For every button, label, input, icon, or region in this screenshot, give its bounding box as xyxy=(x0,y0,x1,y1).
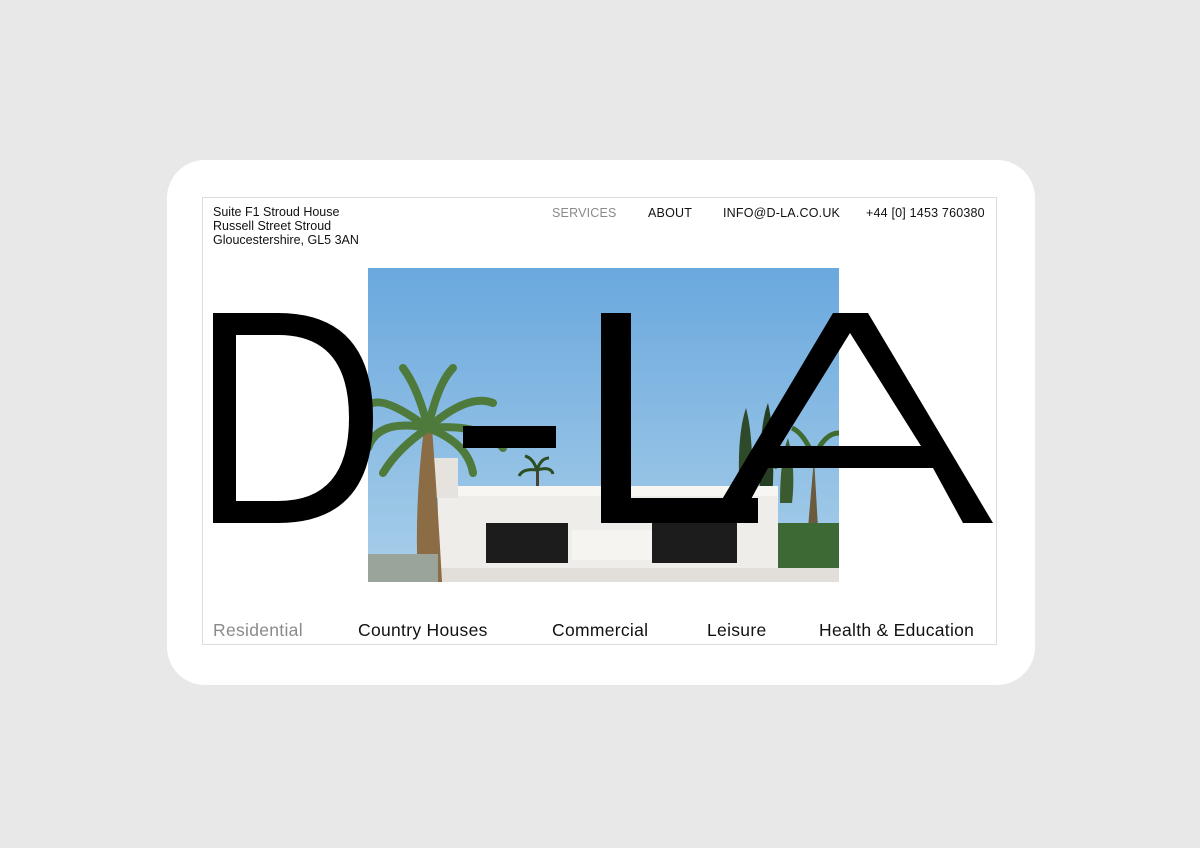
category-residential[interactable]: Residential xyxy=(213,620,303,641)
category-health-education[interactable]: Health & Education xyxy=(819,620,974,641)
nav-about-link[interactable]: ABOUT xyxy=(648,206,692,220)
nav-phone-link[interactable]: +44 [0] 1453 760380 xyxy=(866,206,985,220)
hero-image xyxy=(368,268,839,582)
address-line-2: Russell Street Stroud xyxy=(213,219,332,233)
address-line-1: Suite F1 Stroud House xyxy=(213,205,340,219)
website-page: Suite F1 Stroud House Russell Street Str… xyxy=(202,197,997,645)
address-line-3: Gloucestershire, GL5 3AN xyxy=(213,233,359,247)
address-block: Suite F1 Stroud House Russell Street Str… xyxy=(213,205,359,247)
category-country-houses[interactable]: Country Houses xyxy=(358,620,488,641)
nav-services-link[interactable]: SERVICES xyxy=(552,206,617,220)
category-commercial[interactable]: Commercial xyxy=(552,620,648,641)
category-leisure[interactable]: Leisure xyxy=(707,620,767,641)
nav-email-link[interactable]: INFO@D-LA.CO.UK xyxy=(723,206,840,220)
